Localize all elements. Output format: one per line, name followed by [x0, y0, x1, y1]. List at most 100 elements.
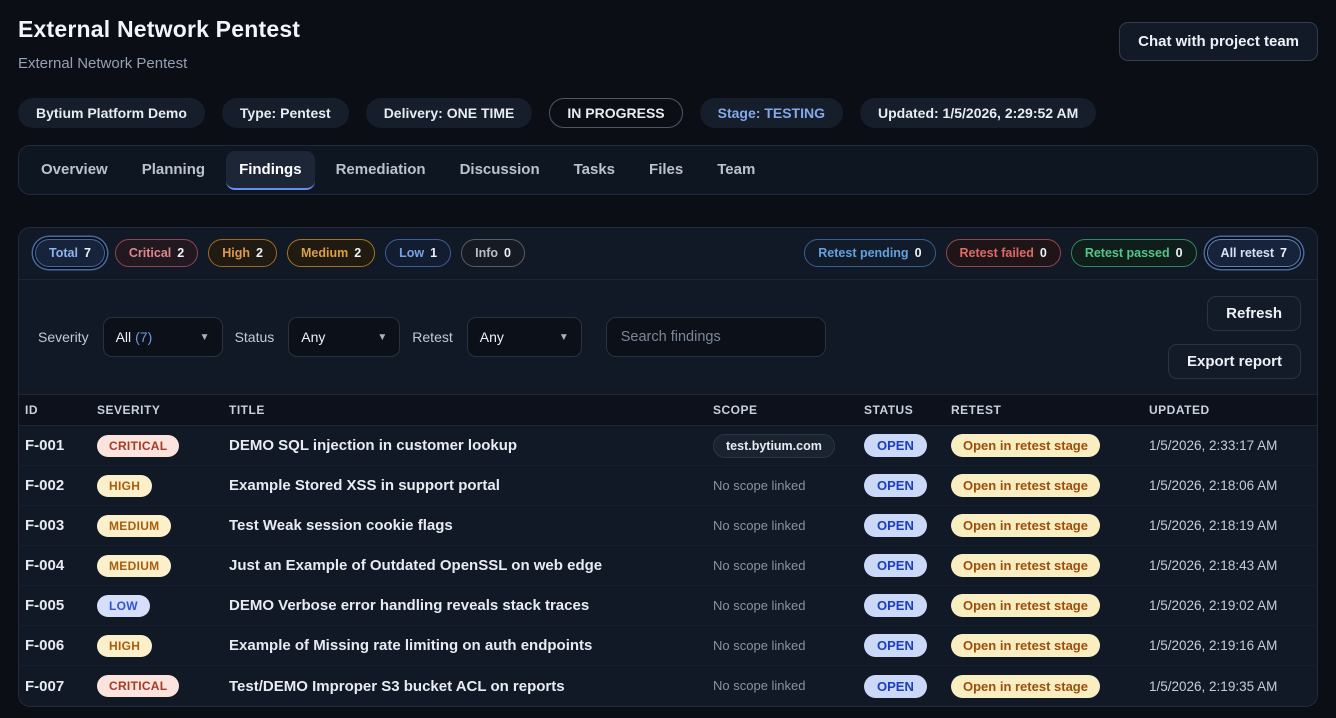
status-cell: OPEN — [864, 634, 951, 657]
project-tabs: OverviewPlanningFindingsRemediationDiscu… — [18, 145, 1318, 195]
chip-total[interactable]: Total 7 — [35, 239, 105, 267]
retest-badge[interactable]: Open in retest stage — [951, 474, 1100, 497]
status-badge: OPEN — [864, 634, 927, 657]
tab-findings[interactable]: Findings — [226, 151, 315, 190]
search-findings-input[interactable] — [606, 317, 826, 357]
retest-badge[interactable]: Open in retest stage — [951, 634, 1100, 657]
chip-label: Low — [399, 246, 424, 260]
finding-title[interactable]: DEMO Verbose error handling reveals stac… — [229, 597, 713, 614]
finding-updated: 1/5/2026, 2:19:02 AM — [1149, 598, 1311, 613]
chip-critical[interactable]: Critical 2 — [115, 239, 198, 267]
status-filter-select[interactable]: Any ▼ — [288, 317, 400, 357]
chip-count: 0 — [504, 246, 511, 260]
findings-summary-chips: Total 7 Critical 2 High 2 Medium 2 Low 1… — [19, 228, 1317, 280]
col-updated: UPDATED — [1149, 403, 1311, 417]
chip-retest-passed[interactable]: Retest passed 0 — [1071, 239, 1197, 267]
retest-chip-group: Retest pending 0 Retest failed 0 Retest … — [804, 239, 1301, 267]
finding-row[interactable]: F-005 LOW DEMO Verbose error handling re… — [19, 586, 1317, 626]
chip-info[interactable]: Info 0 — [461, 239, 525, 267]
chip-count: 2 — [256, 246, 263, 260]
col-status: STATUS — [864, 403, 951, 417]
retest-badge[interactable]: Open in retest stage — [951, 554, 1100, 577]
chip-count: 7 — [84, 246, 91, 260]
finding-row[interactable]: F-004 MEDIUM Just an Example of Outdated… — [19, 546, 1317, 586]
chip-retest-failed[interactable]: Retest failed 0 — [946, 239, 1061, 267]
finding-updated: 1/5/2026, 2:18:19 AM — [1149, 518, 1311, 533]
tab-remediation[interactable]: Remediation — [323, 151, 439, 190]
status-badge: OPEN — [864, 554, 927, 577]
finding-row[interactable]: F-001 CRITICAL DEMO SQL injection in cus… — [19, 426, 1317, 466]
status-cell: OPEN — [864, 474, 951, 497]
refresh-button[interactable]: Refresh — [1207, 296, 1301, 331]
chevron-down-icon: ▼ — [559, 332, 569, 343]
tab-planning[interactable]: Planning — [129, 151, 218, 190]
chat-with-project-team-button[interactable]: Chat with project team — [1119, 22, 1318, 61]
status-cell: OPEN — [864, 594, 951, 617]
finding-row[interactable]: F-006 HIGH Example of Missing rate limit… — [19, 626, 1317, 666]
finding-id: F-006 — [25, 637, 97, 654]
finding-updated: 1/5/2026, 2:18:06 AM — [1149, 478, 1311, 493]
export-report-button[interactable]: Export report — [1168, 344, 1301, 379]
finding-title[interactable]: Example Stored XSS in support portal — [229, 477, 713, 494]
finding-title[interactable]: Example of Missing rate limiting on auth… — [229, 637, 713, 654]
finding-updated: 1/5/2026, 2:18:43 AM — [1149, 558, 1311, 573]
severity-filter-select[interactable]: All(7) ▼ — [103, 317, 223, 357]
meta-badge-delivery: Delivery: ONE TIME — [366, 98, 533, 128]
scope-cell: No scope linked — [713, 517, 864, 535]
tab-tasks[interactable]: Tasks — [561, 151, 628, 190]
finding-title[interactable]: DEMO SQL injection in customer lookup — [229, 437, 713, 454]
scope-value: No scope linked — [713, 478, 806, 493]
page-header: External Network Pentest External Networ… — [18, 16, 1318, 72]
severity-badge: CRITICAL — [97, 435, 179, 457]
tab-team[interactable]: Team — [704, 151, 768, 190]
chip-high[interactable]: High 2 — [208, 239, 277, 267]
scope-value: No scope linked — [713, 638, 806, 653]
page-title: External Network Pentest — [18, 16, 300, 43]
project-meta-row: Bytium Platform DemoType: PentestDeliver… — [18, 98, 1318, 128]
status-badge: OPEN — [864, 434, 927, 457]
severity-cell: CRITICAL — [97, 435, 229, 457]
meta-badge-updated: Updated: 1/5/2026, 2:29:52 AM — [860, 98, 1096, 128]
chip-retest-pending[interactable]: Retest pending 0 — [804, 239, 935, 267]
status-badge: OPEN — [864, 514, 927, 537]
finding-updated: 1/5/2026, 2:19:35 AM — [1149, 679, 1311, 694]
retest-badge[interactable]: Open in retest stage — [951, 514, 1100, 537]
col-title: TITLE — [229, 403, 713, 417]
finding-id: F-004 — [25, 557, 97, 574]
col-severity: SEVERITY — [97, 403, 229, 417]
finding-row[interactable]: F-002 HIGH Example Stored XSS in support… — [19, 466, 1317, 506]
scope-cell: No scope linked — [713, 597, 864, 615]
retest-cell: Open in retest stage — [951, 594, 1149, 617]
status-badge: OPEN — [864, 594, 927, 617]
retest-badge[interactable]: Open in retest stage — [951, 675, 1100, 698]
retest-filter-label: Retest — [412, 329, 452, 345]
chip-label: Medium — [301, 246, 348, 260]
chip-count: 0 — [1040, 246, 1047, 260]
scope-cell: No scope linked — [713, 477, 864, 495]
severity-badge: HIGH — [97, 635, 152, 657]
retest-badge[interactable]: Open in retest stage — [951, 434, 1100, 457]
status-cell: OPEN — [864, 514, 951, 537]
status-badge: OPEN — [864, 474, 927, 497]
finding-title[interactable]: Test Weak session cookie flags — [229, 517, 713, 534]
title-block: External Network Pentest External Networ… — [18, 16, 300, 72]
chip-low[interactable]: Low 1 — [385, 239, 451, 267]
retest-badge[interactable]: Open in retest stage — [951, 594, 1100, 617]
chevron-down-icon: ▼ — [200, 332, 210, 343]
finding-row[interactable]: F-007 CRITICAL Test/DEMO Improper S3 buc… — [19, 666, 1317, 706]
findings-filters: Severity All(7) ▼ Status Any ▼ Retest An… — [19, 280, 1317, 394]
col-retest: RETEST — [951, 403, 1149, 417]
severity-badge: HIGH — [97, 475, 152, 497]
chip-medium[interactable]: Medium 2 — [287, 239, 375, 267]
chip-all-retest[interactable]: All retest 7 — [1207, 239, 1301, 267]
table-actions: Refresh Export report — [1168, 296, 1301, 394]
tab-overview[interactable]: Overview — [28, 151, 121, 190]
finding-title[interactable]: Test/DEMO Improper S3 bucket ACL on repo… — [229, 678, 713, 695]
chip-label: Retest passed — [1085, 246, 1170, 260]
retest-filter-select[interactable]: Any ▼ — [467, 317, 582, 357]
finding-row[interactable]: F-003 MEDIUM Test Weak session cookie fl… — [19, 506, 1317, 546]
finding-title[interactable]: Just an Example of Outdated OpenSSL on w… — [229, 557, 713, 574]
tab-discussion[interactable]: Discussion — [447, 151, 553, 190]
tab-files[interactable]: Files — [636, 151, 696, 190]
meta-badge-bytium-platform-demo: Bytium Platform Demo — [18, 98, 205, 128]
